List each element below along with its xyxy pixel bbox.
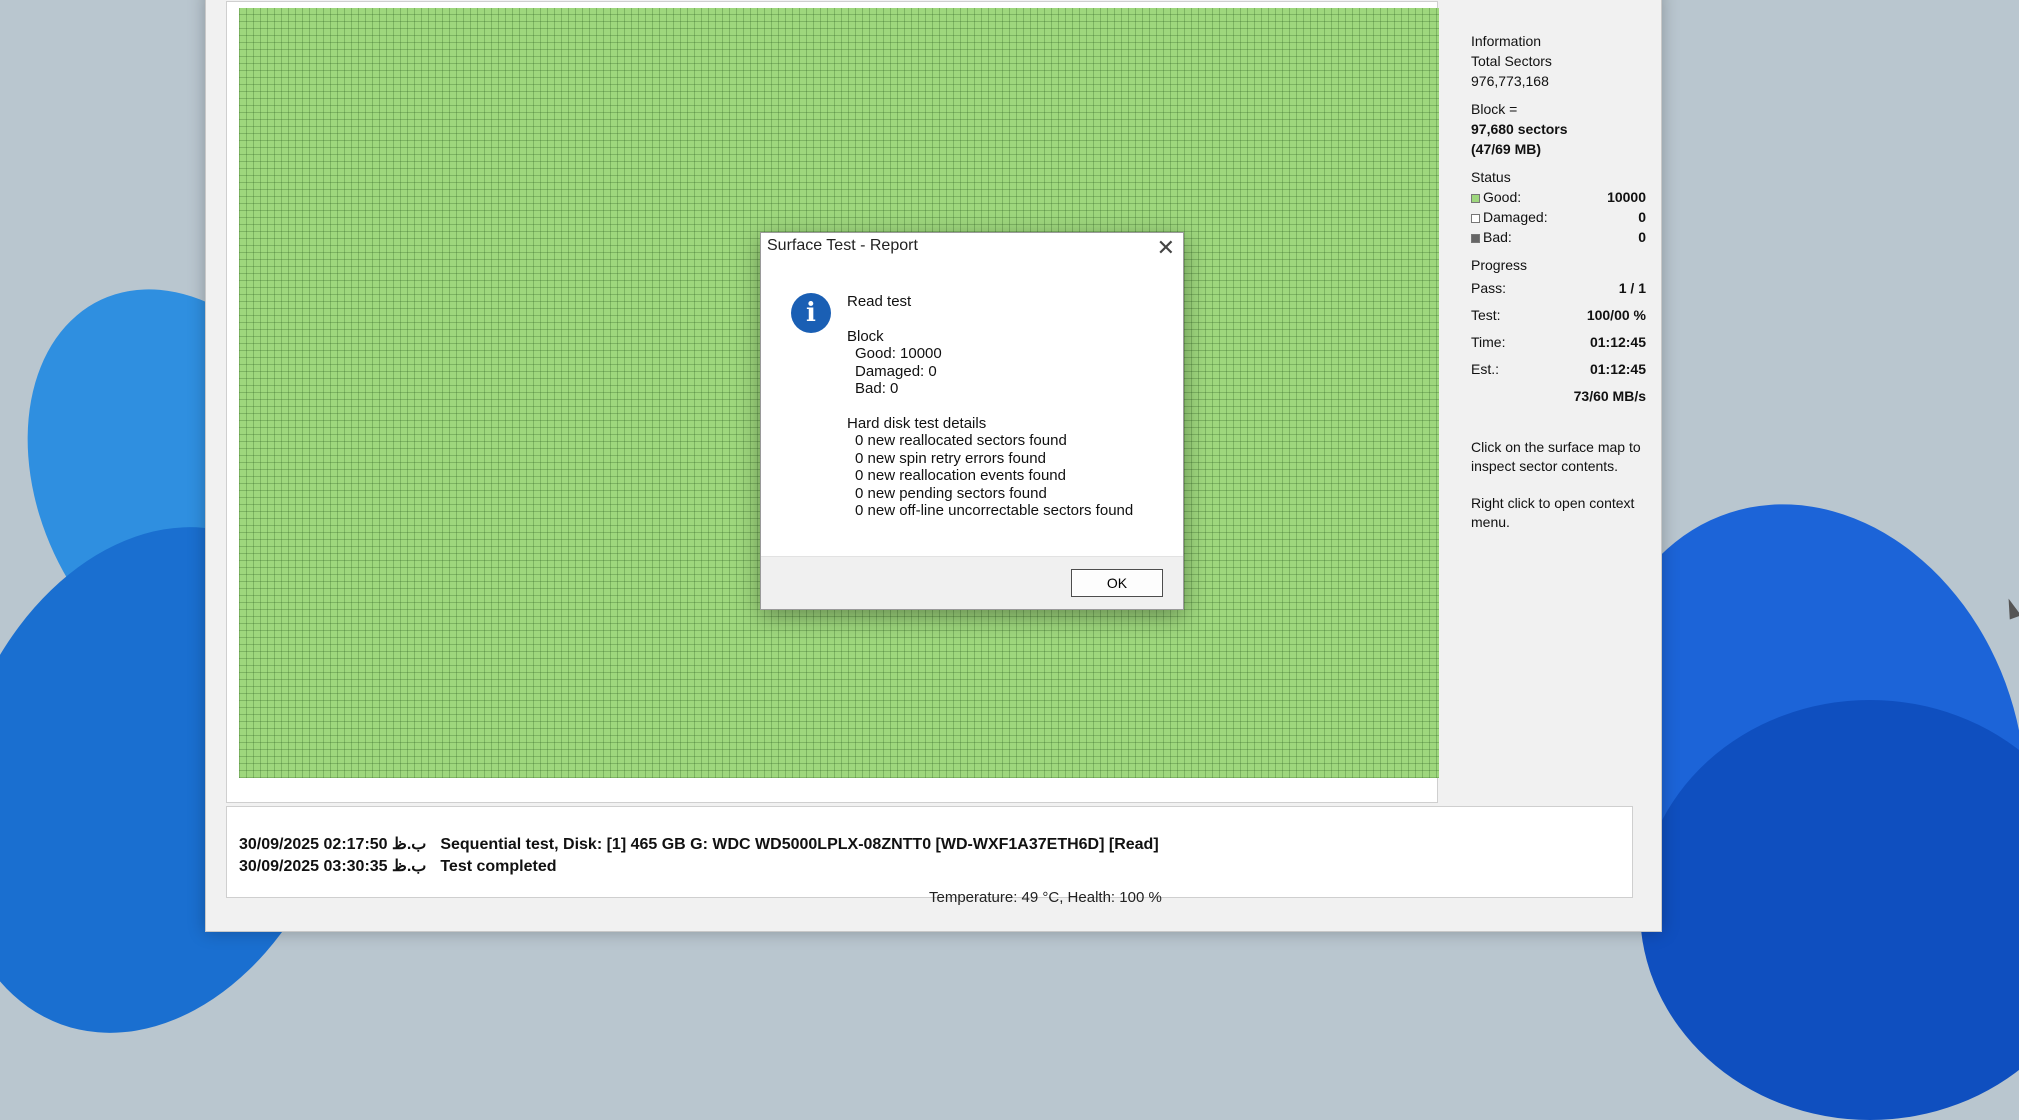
damaged-legend-swatch: [1471, 213, 1480, 223]
good-legend-swatch: [1471, 193, 1480, 203]
test-value: 100/00 %: [1586, 307, 1646, 323]
detail-line: 0 new pending sectors found: [855, 484, 1047, 502]
context-menu-hint: Right click to open context menu.: [1471, 495, 1635, 530]
status-bad: Bad: 0: [1471, 227, 1646, 247]
log-time: 30/09/2025 02:17:50 ب.ظ: [239, 836, 427, 853]
block-label: Block =: [1471, 101, 1518, 117]
bad-label: Bad:: [1483, 229, 1512, 245]
time-value: 01:12:45: [1589, 334, 1646, 350]
status-damaged: Damaged: 0: [1471, 207, 1646, 227]
info-heading: Information: [1471, 33, 1542, 49]
progress-est: Est.: 01:12:45: [1471, 356, 1646, 383]
log-entry: 30/09/2025 02:17:50 ب.ظ Sequential test, …: [239, 835, 1159, 855]
log-time: 30/09/2025 03:30:35 ب.ظ: [239, 858, 427, 875]
block-sectors: 97,680 sectors: [1471, 121, 1568, 137]
progress-speed: 73/60 MB/s: [1471, 383, 1646, 410]
detail-line: 0 new spin retry errors found: [855, 449, 1046, 467]
info-panel: Information Total Sectors 976,773,168 Bl…: [1471, 31, 1646, 532]
speed-value: 73/60 MB/s: [1573, 388, 1646, 404]
info-icon: i: [791, 293, 831, 333]
log-message: Test completed: [440, 858, 557, 875]
status-good: Good: 10000: [1471, 187, 1646, 207]
progress-pass: Pass: 1 / 1: [1471, 275, 1646, 302]
status-bar-health: Temperature: 49 °C, Health: 100 %: [929, 889, 1162, 906]
total-sectors-label: Total Sectors: [1471, 53, 1552, 69]
block-good-line: Good: 10000: [855, 345, 942, 362]
detail-line: 0 new reallocation events found: [855, 467, 1066, 484]
dialog-title: Surface Test - Report: [767, 237, 918, 254]
damaged-label: Damaged:: [1483, 209, 1548, 225]
good-value: 10000: [1607, 189, 1646, 205]
close-icon[interactable]: ✕: [1157, 235, 1175, 261]
test-type: Read test: [847, 293, 912, 310]
detail-line: 0 new off-line uncorrectable sectors fou…: [855, 502, 1134, 519]
est-label: Est.:: [1471, 361, 1500, 377]
detail-line: 0 new reallocated sectors found: [855, 432, 1067, 449]
details-heading: Hard disk test details: [847, 414, 987, 432]
block-heading: Block: [847, 327, 884, 345]
pass-label: Pass:: [1471, 280, 1507, 296]
est-value: 01:12:45: [1589, 361, 1646, 377]
good-label: Good:: [1483, 189, 1522, 205]
progress-heading: Progress: [1471, 257, 1528, 273]
bad-legend-swatch: [1471, 233, 1480, 243]
log-entry: 30/09/2025 03:30:35 ب.ظ Test completed: [239, 857, 557, 877]
block-damaged-line: Damaged: 0: [855, 362, 937, 380]
bad-value: 0: [1638, 229, 1646, 245]
pass-value: 1 / 1: [1618, 280, 1646, 296]
progress-test: Test: 100/00 %: [1471, 302, 1646, 329]
dialog-body: Read test Block Good: 10000 Damaged: 0 B…: [847, 293, 1133, 520]
block-bad-line: Bad: 0: [855, 380, 899, 397]
surface-test-report-dialog: Surface Test - Report ✕ i Read test Bloc…: [760, 232, 1184, 610]
mouse-cursor-icon: [2002, 596, 2019, 620]
time-label: Time:: [1471, 334, 1506, 350]
progress-time: Time: 01:12:45: [1471, 329, 1646, 356]
dialog-footer: OK: [761, 556, 1183, 609]
log-panel[interactable]: 30/09/2025 02:17:50 ب.ظ Sequential test, …: [226, 806, 1633, 898]
surface-hint: Click on the surface map to inspect sect…: [1471, 439, 1641, 474]
ok-button[interactable]: OK: [1071, 569, 1163, 597]
test-label: Test:: [1471, 307, 1501, 323]
damaged-value: 0: [1638, 209, 1646, 225]
total-sectors-value: 976,773,168: [1471, 73, 1549, 89]
log-message: Sequential test, Disk: [1] 465 GB G: WDC…: [440, 836, 1159, 853]
status-heading: Status: [1471, 169, 1511, 185]
block-size: (47/69 MB): [1471, 141, 1542, 157]
